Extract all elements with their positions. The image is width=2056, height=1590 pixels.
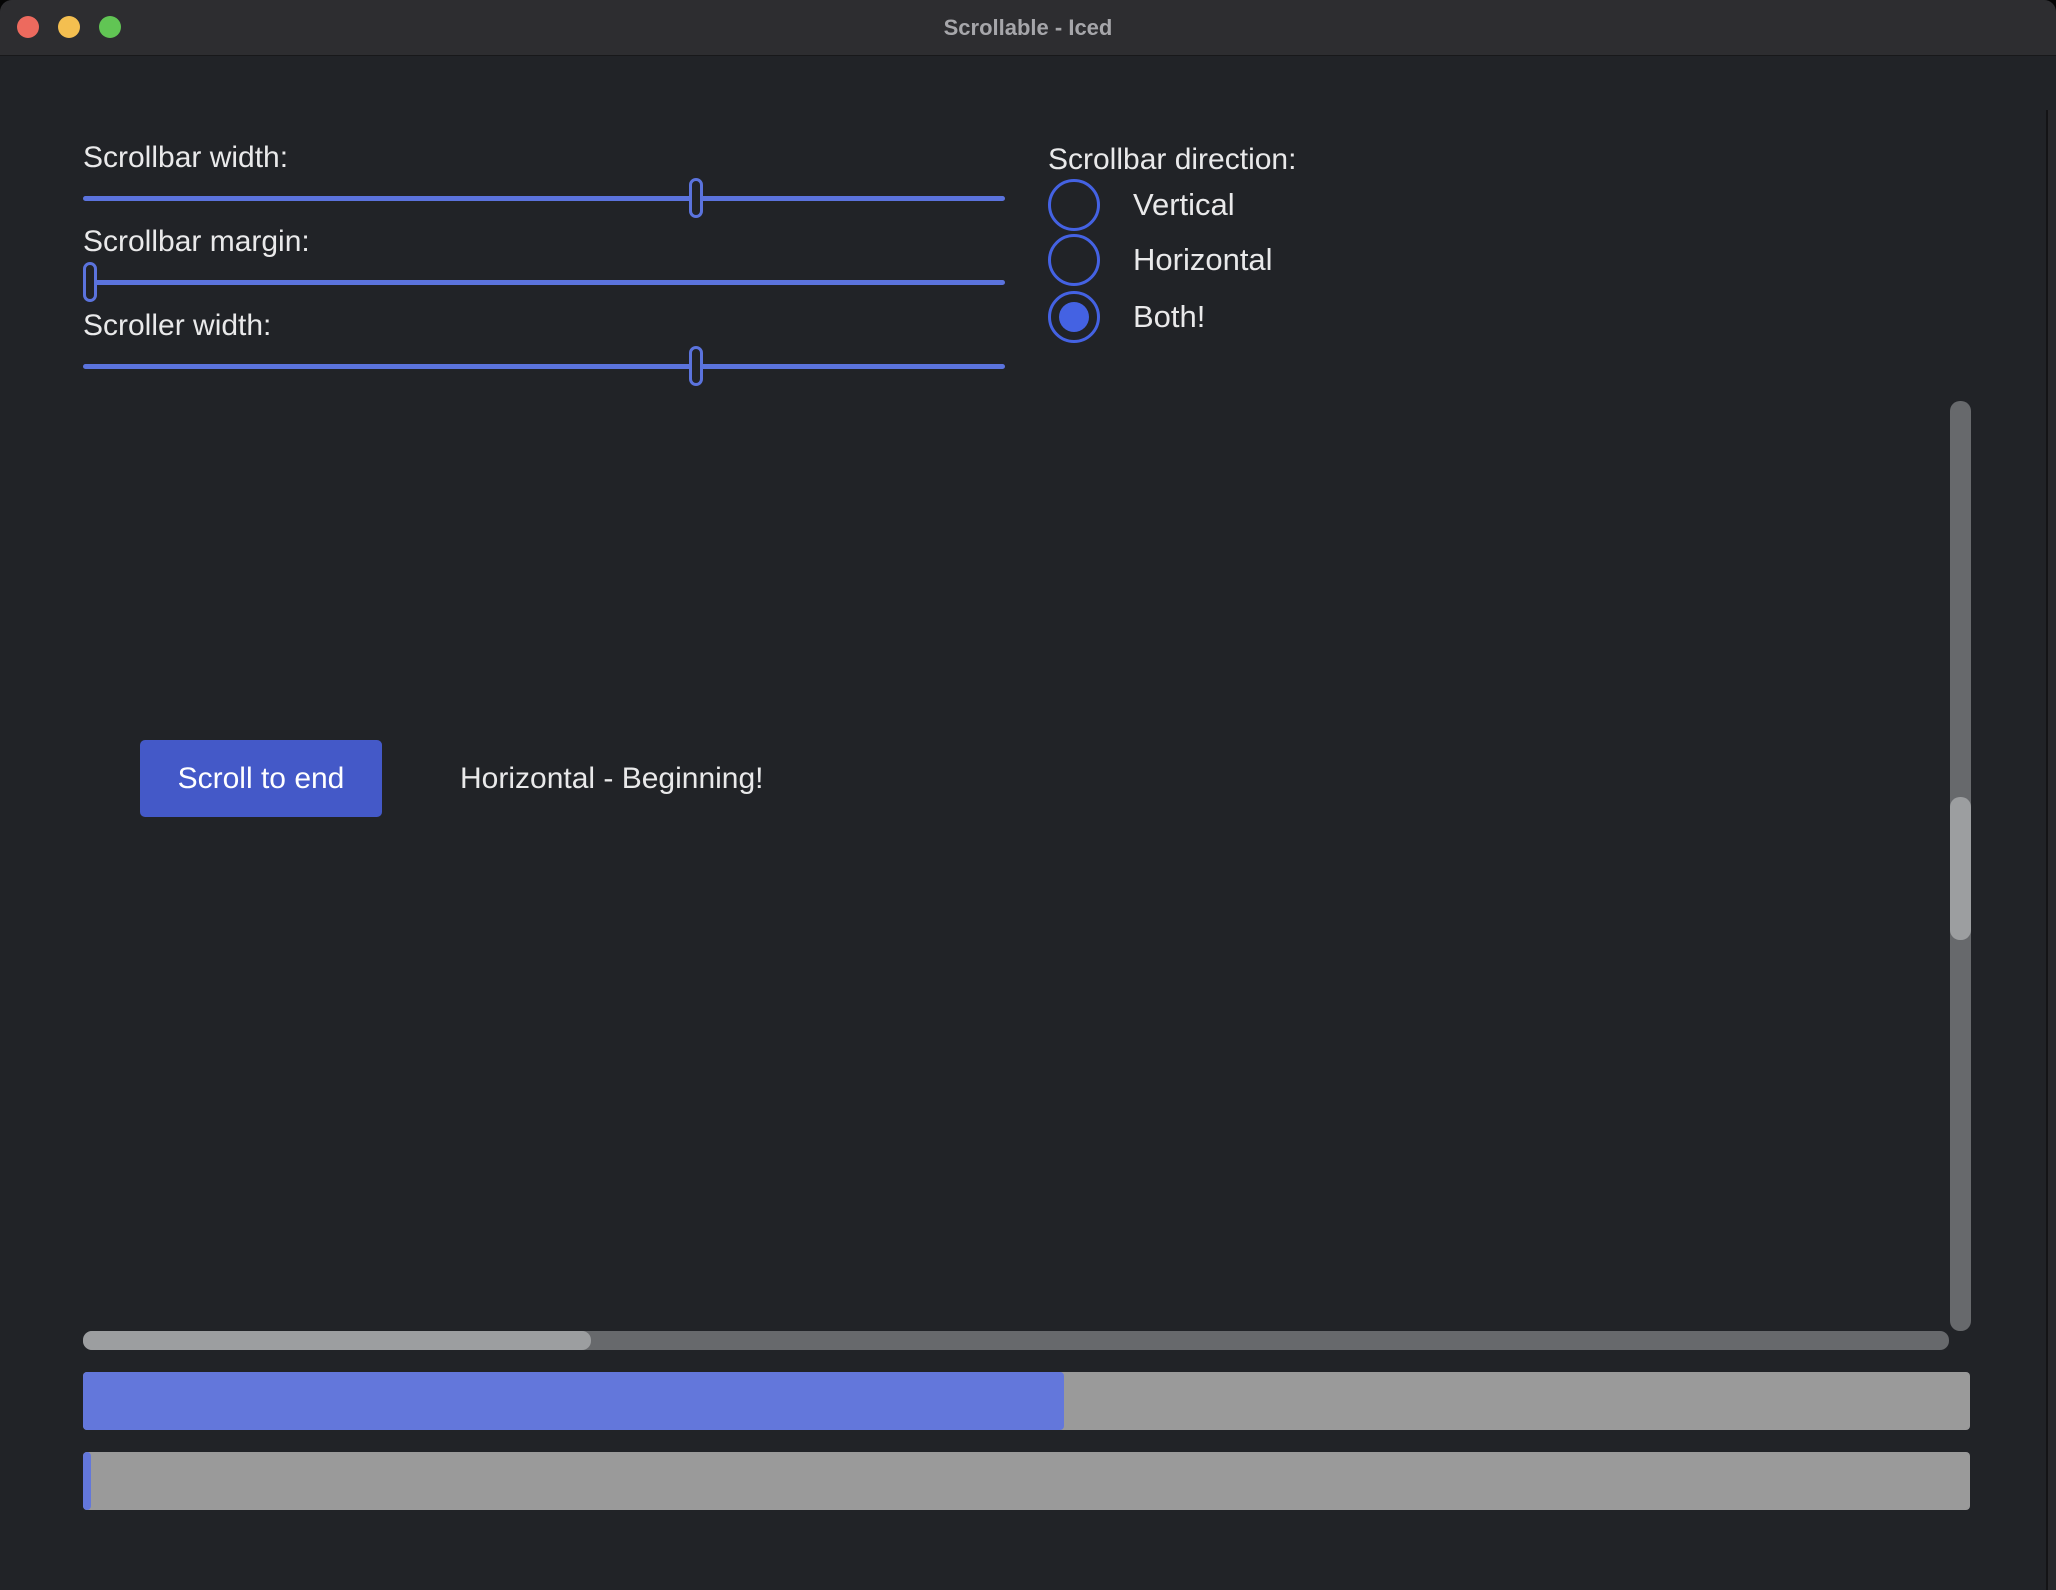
content-area: Scrollbar width: Scrollbar margin: Scrol…	[0, 55, 2056, 1590]
scrollbar-margin-label: Scrollbar margin:	[83, 224, 310, 260]
slider-track[interactable]	[83, 196, 1005, 201]
slider-handle[interactable]	[83, 262, 97, 302]
vertical-progress-bar	[83, 1452, 1970, 1510]
window-title: Scrollable - Iced	[0, 0, 2056, 55]
horizontal-scrollbar-thumb[interactable]	[83, 1331, 591, 1350]
slider-handle[interactable]	[689, 346, 703, 386]
horizontal-progress-bar	[83, 1372, 1970, 1430]
scrollbar-margin-slider[interactable]	[83, 262, 1005, 302]
slider-track[interactable]	[83, 280, 1005, 285]
radio-both[interactable]: Both!	[1048, 291, 1205, 343]
radio-circle-icon[interactable]	[1048, 179, 1100, 231]
progress-fill	[83, 1452, 91, 1510]
radio-label: Vertical	[1133, 187, 1235, 223]
radio-circle-icon[interactable]	[1048, 234, 1100, 286]
titlebar[interactable]: Scrollable - Iced	[0, 0, 2056, 56]
progress-fill	[83, 1372, 1064, 1430]
radio-dot-icon	[1059, 302, 1089, 332]
vertical-scrollbar-thumb[interactable]	[1950, 797, 1971, 940]
scroller-width-label: Scroller width:	[83, 308, 271, 344]
slider-handle[interactable]	[689, 178, 703, 218]
scroll-to-end-button[interactable]: Scroll to end	[140, 740, 382, 817]
scrollbar-width-slider[interactable]	[83, 178, 1005, 218]
slider-track[interactable]	[83, 364, 1005, 369]
radio-label: Both!	[1133, 299, 1205, 335]
scrollbar-direction-label: Scrollbar direction:	[1048, 142, 1296, 178]
radio-circle-icon[interactable]	[1048, 291, 1100, 343]
scroller-width-slider[interactable]	[83, 346, 1005, 386]
radio-label: Horizontal	[1133, 242, 1273, 278]
horizontal-scrollbar-track[interactable]	[83, 1331, 1949, 1350]
radio-horizontal[interactable]: Horizontal	[1048, 234, 1273, 286]
scroll-status-text: Horizontal - Beginning!	[460, 740, 764, 817]
scrollbar-width-label: Scrollbar width:	[83, 140, 288, 176]
vertical-scrollbar-track[interactable]	[1950, 401, 1971, 1331]
radio-vertical[interactable]: Vertical	[1048, 179, 1235, 231]
app-window: Scrollable - Iced Scrollbar width: Scrol…	[0, 0, 2056, 1590]
window-right-edge-strip	[2048, 110, 2056, 1590]
